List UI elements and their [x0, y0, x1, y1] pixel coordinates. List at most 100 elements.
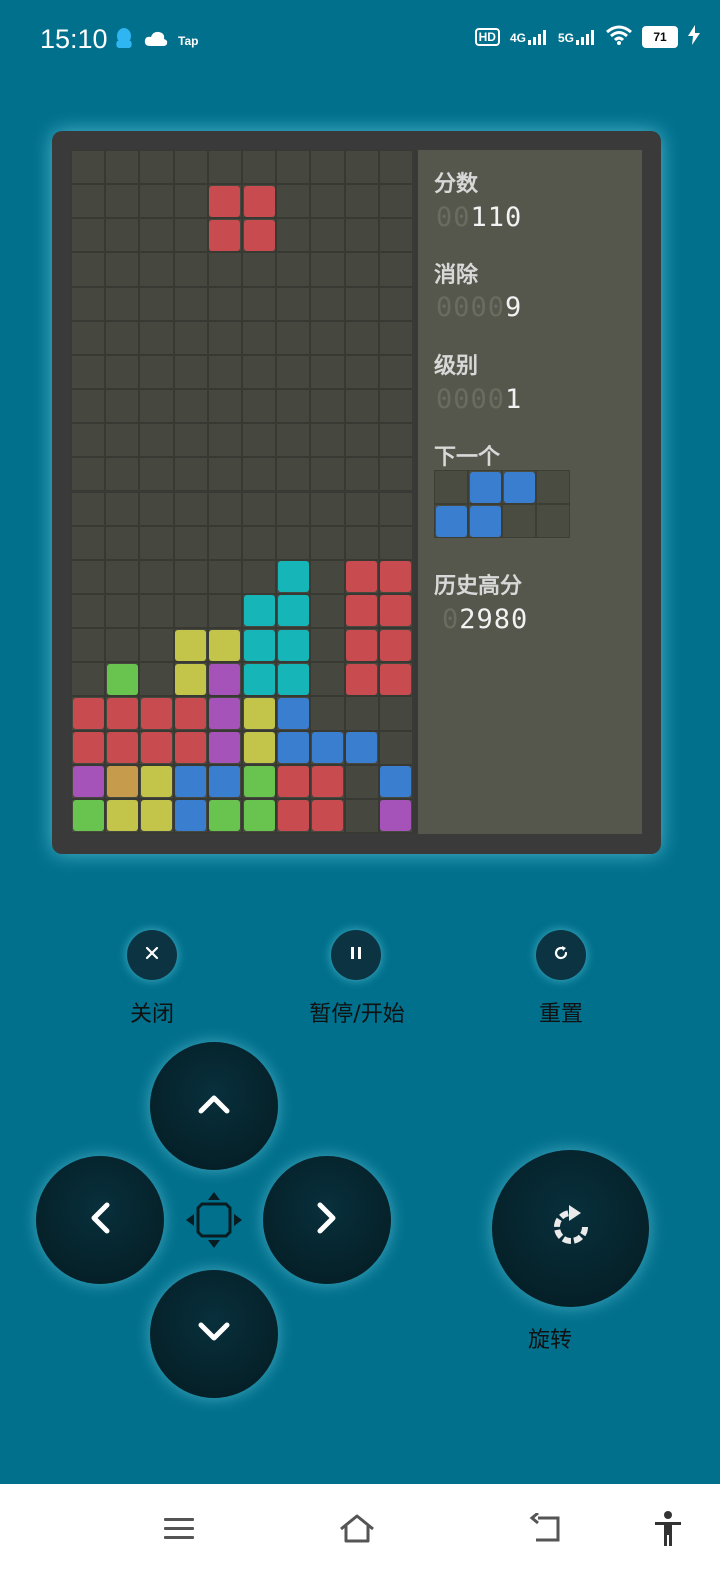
rotate-button[interactable]: [492, 1150, 649, 1307]
cloud-icon: [144, 29, 168, 53]
highscore-leading-zeros: 0: [442, 604, 460, 635]
board-cell: [310, 491, 345, 526]
accessibility-icon[interactable]: [645, 1506, 691, 1552]
battery-icon: 71: [642, 26, 678, 48]
board-cell: [173, 184, 208, 219]
board-cell: [173, 389, 208, 424]
pause-start-label: 暂停/开始: [309, 1002, 405, 1027]
board-cell: [105, 150, 140, 185]
board-cell: [173, 593, 208, 629]
board-cell: [344, 354, 379, 390]
right-button[interactable]: [263, 1156, 391, 1284]
close-icon: [144, 945, 160, 966]
board-cell: [276, 286, 311, 321]
tetris-block: [140, 697, 172, 729]
down-button[interactable]: [150, 1270, 278, 1398]
reset-button[interactable]: [536, 930, 586, 980]
info-panel: 分数 00110 消除 00009 级别 00001 下一个 历史高分 0298…: [418, 150, 642, 834]
board-cell: [276, 252, 311, 287]
board-cell: [344, 184, 379, 219]
level-value: 1: [505, 384, 523, 415]
tetris-block: [277, 629, 309, 661]
board-cell: [276, 218, 311, 253]
board-cell: [139, 423, 174, 458]
board-cell: [344, 252, 379, 287]
board-cell: [242, 389, 277, 424]
board-cell: [71, 320, 106, 355]
up-button[interactable]: [150, 1042, 278, 1170]
tetris-block: [277, 663, 309, 695]
board-cell: [344, 491, 379, 526]
board-cell: [71, 389, 106, 424]
tetris-block: [209, 732, 241, 764]
board-cell: [139, 628, 174, 663]
board-cell: [173, 320, 208, 355]
tap-icon: Tap: [178, 34, 199, 48]
board-cell: [71, 662, 106, 697]
board-cell: [344, 525, 379, 560]
tetris-block: [380, 766, 412, 798]
close-button[interactable]: [127, 930, 177, 980]
board-cell: [139, 525, 174, 560]
board-cell: [139, 320, 174, 355]
board-cell: [105, 252, 140, 287]
rotate-icon: [547, 1203, 595, 1255]
board-cell: [173, 252, 208, 287]
board-cell: [71, 150, 106, 185]
board-cell: [242, 252, 277, 287]
level-display: 00001: [436, 384, 522, 415]
board-cell: [139, 491, 174, 526]
tetris-block: [311, 800, 343, 832]
board-cell: [242, 423, 277, 458]
board-cell: [242, 491, 277, 526]
board-cell: [344, 286, 379, 321]
pause-start-button[interactable]: [331, 930, 381, 980]
back-icon[interactable]: [522, 1506, 568, 1552]
tetris-block: [277, 800, 309, 832]
board-cell: [207, 286, 242, 321]
board-cell: [310, 218, 345, 253]
board-cell: [139, 389, 174, 424]
board-cell: [105, 286, 140, 321]
left-button[interactable]: [36, 1156, 164, 1284]
tetris-block: [243, 185, 275, 217]
board-cell: [242, 354, 277, 390]
board-cell: [310, 389, 345, 424]
board-cell: [310, 525, 345, 560]
board-cell: [378, 423, 413, 458]
tetris-block: [243, 766, 275, 798]
highscore-display: 02980: [442, 604, 528, 635]
board-cell: [71, 491, 106, 526]
next-piece-preview: [434, 470, 570, 538]
board-cell: [242, 286, 277, 321]
score-leading-zeros: 00: [436, 202, 471, 233]
home-icon[interactable]: [334, 1506, 380, 1552]
board-cell: [310, 559, 345, 594]
board-cell: [71, 252, 106, 287]
board-cell: [71, 354, 106, 390]
reset-label: 重置: [538, 1002, 583, 1027]
board-cell: [207, 389, 242, 424]
tetris-block: [175, 663, 207, 695]
lines-display: 00009: [436, 292, 522, 323]
board-cell: [378, 354, 413, 390]
tetris-block: [311, 732, 343, 764]
qq-icon: [114, 27, 134, 55]
chevron-right-icon: [315, 1200, 339, 1240]
board-cell: [378, 730, 413, 765]
signal-4g-label: 4G: [509, 31, 526, 45]
menu-icon[interactable]: [156, 1506, 202, 1552]
board-cell: [378, 457, 413, 492]
tetris-block: [209, 697, 241, 729]
board-cell: [344, 150, 379, 185]
board-cell: [378, 696, 413, 731]
tetris-block: [346, 595, 378, 627]
board-cell: [71, 525, 106, 560]
board-cell: [344, 798, 379, 833]
board-cell: [105, 593, 140, 629]
status-right-icons: HD 4G 5G 71: [474, 25, 700, 49]
tetris-block: [175, 629, 207, 661]
tetris-block: [72, 732, 104, 764]
next-piece-cell: [502, 504, 536, 538]
board-cell: [344, 389, 379, 424]
